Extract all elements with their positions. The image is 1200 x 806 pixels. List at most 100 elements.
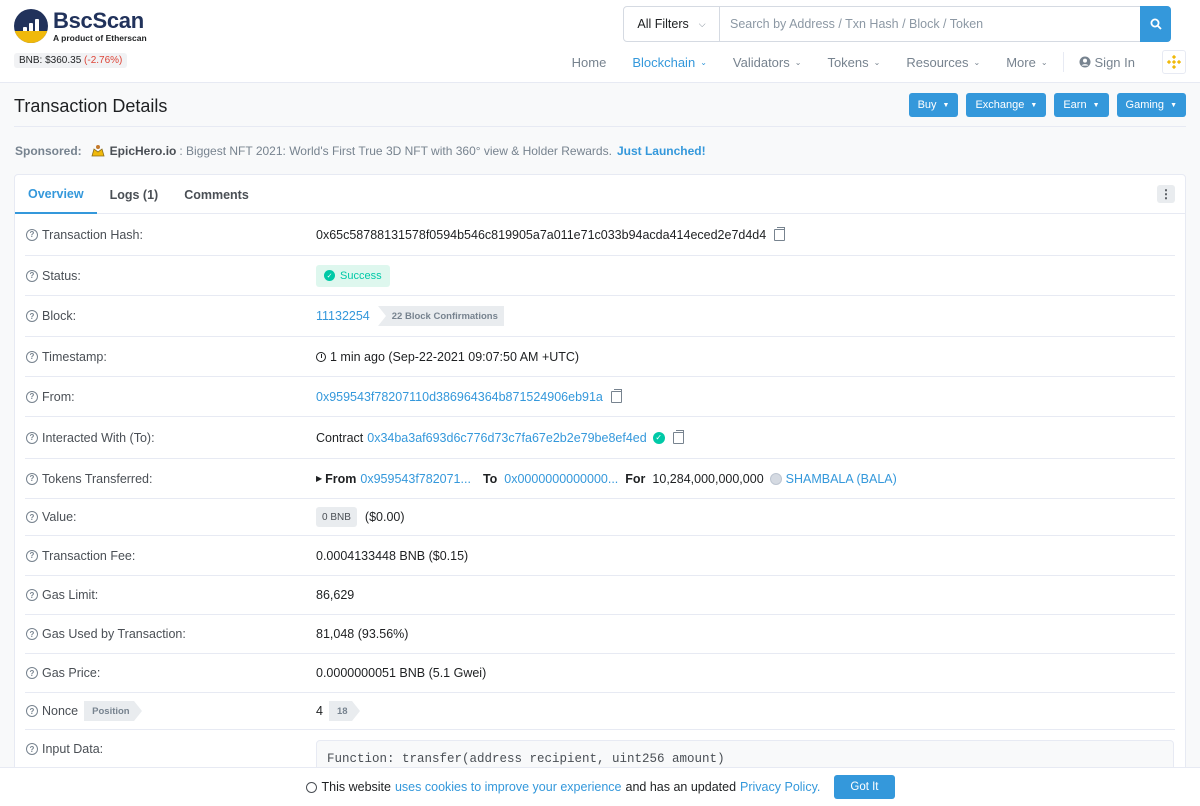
help-icon[interactable]: ? — [26, 310, 38, 322]
transaction-hash: 0x65c58788131578f0594b546c819905a7a011e7… — [316, 227, 767, 242]
help-icon[interactable]: ? — [26, 705, 38, 717]
help-icon[interactable]: ? — [26, 269, 38, 282]
row-label: Tokens Transferred: — [42, 471, 153, 486]
page-title: Transaction Details — [14, 96, 168, 116]
tab-bar: Overview Logs (1) Comments ⋮ — [15, 175, 1185, 214]
buy-button[interactable]: Buy ▼ — [908, 93, 959, 117]
row-label: Transaction Hash: — [42, 227, 143, 242]
detail-row-gas-limit: ? Gas Limit: 86,629 — [25, 576, 1175, 615]
help-icon[interactable]: ? — [26, 350, 38, 363]
sponsor-name-link[interactable]: EpicHero.io — [110, 144, 177, 158]
nonce-value: 4 — [316, 704, 323, 718]
nav-more[interactable]: More ⌄ — [993, 48, 1060, 76]
detail-row-block: ? Block: 11132254 22 Block Confirmations — [25, 296, 1175, 337]
nav-home[interactable]: Home — [559, 48, 620, 76]
cookie-text-2: and has an updated — [625, 780, 737, 794]
row-label: Gas Used by Transaction: — [42, 627, 186, 641]
tab-overview[interactable]: Overview — [15, 175, 97, 214]
row-label: Nonce — [42, 704, 79, 718]
verified-check-icon: ✓ — [652, 431, 665, 444]
chevron-down-icon: ⌄ — [873, 57, 881, 67]
token-from-link[interactable]: 0x959543f782071... — [360, 472, 471, 486]
row-label: Block: — [42, 309, 77, 323]
sponsored-label: Sponsored: — [15, 144, 82, 158]
logo-title: BscScan — [53, 7, 144, 33]
nav-validators[interactable]: Validators ⌄ — [720, 48, 815, 76]
help-icon[interactable]: ? — [26, 472, 38, 485]
nav-blockchain[interactable]: Blockchain ⌄ — [619, 48, 720, 76]
nav-resources[interactable]: Resources ⌄ — [893, 48, 993, 76]
earn-button[interactable]: Earn ▼ — [1054, 93, 1109, 117]
token-from-label: From — [325, 471, 357, 486]
tab-logs[interactable]: Logs (1) — [97, 175, 172, 214]
gas-price-value: 0.0000000051 BNB (5.1 Gwei) — [316, 666, 487, 680]
help-icon[interactable]: ? — [26, 628, 38, 640]
contract-address-link[interactable]: 0x34ba3af693d6c776d73c7fa67e2b2e79be8ef4… — [367, 431, 646, 445]
exchange-button[interactable]: Exchange ▼ — [966, 93, 1047, 117]
detail-row-status: ? Status: ✓ Success — [25, 256, 1175, 296]
sponsored-banner: Sponsored: EpicHero.io : Biggest NFT 202… — [15, 143, 706, 159]
privacy-policy-link[interactable]: Privacy Policy. — [740, 780, 820, 794]
token-to-link[interactable]: 0x0000000000000... — [504, 472, 618, 486]
bscscan-logo[interactable]: BscScan A product of Etherscan — [14, 9, 147, 43]
copy-icon[interactable] — [672, 429, 684, 444]
bnb-price-change: (-2.76%) — [84, 55, 123, 66]
help-icon[interactable]: ? — [26, 589, 38, 601]
detail-row-value: ? Value: 0 BNB ($0.00) — [25, 499, 1175, 536]
search-input[interactable] — [720, 7, 1140, 41]
help-icon[interactable]: ? — [26, 431, 38, 444]
chevron-down-icon: ⌄ — [1040, 57, 1048, 67]
chevron-down-icon: ⌄ — [973, 57, 981, 67]
help-icon[interactable]: ? — [26, 743, 38, 755]
help-icon[interactable]: ? — [26, 667, 38, 679]
main-nav: Home Blockchain ⌄ Validators ⌄ Tokens ⌄ Res… — [559, 48, 1186, 76]
block-number-link[interactable]: 11132254 — [316, 309, 370, 323]
search-filter-dropdown[interactable]: All Filters ⌵ — [624, 7, 720, 41]
detail-row-gas-used: ? Gas Used by Transaction: 81,048 (93.56%… — [25, 615, 1175, 654]
copy-icon[interactable] — [774, 226, 786, 241]
token-to-label: To — [482, 471, 498, 486]
help-icon[interactable]: ? — [26, 390, 38, 403]
gaming-button[interactable]: Gaming ▼ — [1116, 93, 1186, 117]
help-icon[interactable]: ? — [26, 228, 38, 241]
detail-row-fee: ? Transaction Fee: 0.0004133448 BNB ($0.1… — [25, 536, 1175, 576]
help-icon[interactable]: ? — [26, 511, 38, 523]
cookie-policy-link[interactable]: uses cookies to improve your experience — [395, 780, 622, 794]
detail-row-gas-price: ? Gas Price: 0.0000000051 BNB (5.1 Gwei) — [25, 654, 1175, 693]
from-address-link[interactable]: 0x959543f78207110d386964364b871524906eb9… — [316, 390, 603, 404]
fee-value: 0.0004133448 BNB ($0.15) — [316, 548, 469, 563]
token-name-link[interactable]: SHAMBALA (BALA) — [786, 472, 897, 486]
cookie-icon — [305, 781, 317, 793]
bnb-network-button[interactable] — [1162, 50, 1186, 74]
caret-right-icon: ▶ — [316, 474, 323, 483]
row-label: Input Data: — [42, 742, 104, 756]
details-list: ? Transaction Hash: 0x65c58788131578f0594… — [15, 214, 1185, 790]
timestamp-value: 1 min ago (Sep-22-2021 09:07:50 AM +UTC) — [330, 349, 580, 364]
gas-limit-value: 86,629 — [316, 588, 355, 602]
epichero-icon — [91, 145, 105, 157]
row-label: Gas Limit: — [42, 588, 99, 602]
sign-in-link[interactable]: Sign In — [1066, 48, 1148, 76]
nav-tokens[interactable]: Tokens ⌄ — [814, 48, 893, 76]
help-icon[interactable]: ? — [26, 549, 38, 562]
tab-comments[interactable]: Comments — [171, 175, 262, 214]
token-for-label: For — [625, 471, 646, 486]
got-it-button[interactable]: Got It — [834, 775, 895, 799]
detail-row-from: ? From: 0x959543f78207110d386964364b87152… — [25, 377, 1175, 417]
search-icon — [1150, 18, 1162, 30]
block-confirmations-badge: 22 Block Confirmations — [377, 306, 504, 326]
detail-row-timestamp: ? Timestamp: 1 min ago (Sep-22-2021 09:07… — [25, 337, 1175, 377]
user-icon — [1079, 56, 1091, 68]
more-options-icon[interactable]: ⋮ — [1157, 185, 1175, 203]
search-bar: All Filters ⌵ — [623, 6, 1171, 42]
site-header: BscScan A product of Etherscan BNB: $360… — [0, 0, 1200, 83]
search-filter-label: All Filters — [637, 17, 689, 31]
search-button[interactable] — [1140, 6, 1171, 42]
row-label: From: — [42, 389, 75, 404]
sponsor-cta-link[interactable]: Just Launched! — [617, 144, 706, 158]
top-action-buttons: Buy ▼ Exchange ▼ Earn ▼ Gaming ▼ — [908, 93, 1186, 117]
transaction-card: Overview Logs (1) Comments ⋮ ? Transactio… — [14, 174, 1186, 806]
position-value-tag: 18 — [328, 701, 359, 721]
detail-row-tokens: ? Tokens Transferred: ▶ From 0x959543f782… — [25, 459, 1175, 499]
copy-icon[interactable] — [610, 388, 622, 403]
